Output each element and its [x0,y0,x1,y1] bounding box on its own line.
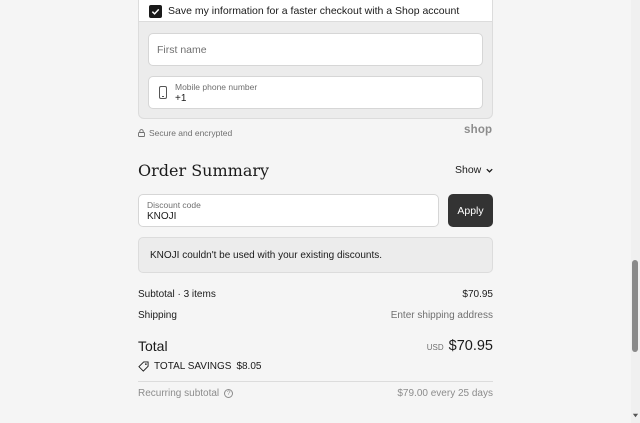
save-info-row[interactable]: Save my information for a faster checkou… [139,0,492,22]
subtotal-row: Subtotal · 3 items $70.95 [138,289,493,300]
scrollbar-thumb[interactable] [632,260,638,352]
total-currency: USD [426,343,444,352]
checkout-page: Save my information for a faster checkou… [0,0,640,423]
discount-code-value: KNOJI [147,211,177,222]
total-label: Total [138,338,168,354]
shipping-label: Shipping [138,310,177,321]
mobile-phone-field[interactable]: Mobile phone number +1 [148,76,483,109]
mobile-phone-value: +1 [175,93,187,104]
total-amount: $70.95 [448,338,493,354]
save-info-label: Save my information for a faster checkou… [168,5,460,17]
scrollbar-track[interactable] [631,0,640,423]
show-summary-toggle[interactable]: Show [455,164,494,176]
mobile-phone-label: Mobile phone number [175,82,258,92]
subtotal-label: Subtotal · 3 items [138,289,216,300]
shipping-value: Enter shipping address [390,310,493,321]
show-summary-label: Show [455,164,482,176]
discount-code-label: Discount code [147,200,201,210]
first-name-field[interactable]: First name [148,33,483,66]
recurring-subtotal-left: Recurring subtotal ? [138,388,234,399]
shop-account-panel: Save my information for a faster checkou… [138,0,493,119]
save-info-checkbox[interactable] [149,4,162,18]
check-icon [151,8,160,15]
first-name-placeholder: First name [157,44,207,56]
recurring-subtotal-value: $79.00 every 25 days [397,388,493,399]
shop-logo: shop [464,124,493,136]
tag-icon [138,361,149,372]
total-savings-value: $8.05 [236,361,262,372]
secure-text: Secure and encrypted [149,128,233,138]
recurring-subtotal-row: Recurring subtotal ? $79.00 every 25 day… [138,388,493,399]
scroll-down-arrow-icon[interactable] [632,412,639,419]
total-savings: TOTAL SAVINGS $8.05 [138,361,261,372]
chevron-down-icon [486,168,493,173]
mobile-phone-icon [159,86,167,99]
total-value: USD $70.95 [427,338,493,354]
discount-notice: KNOJI couldn't be used with your existin… [138,237,493,273]
order-summary-title: Order Summary [138,161,270,180]
discount-code-field[interactable]: Discount code KNOJI [138,194,439,227]
shipping-row: Shipping Enter shipping address [138,310,493,321]
help-icon[interactable]: ? [224,389,234,398]
subtotal-value: $70.95 [462,289,493,300]
divider [138,381,493,382]
secure-note: Secure and encrypted [138,128,232,138]
apply-button[interactable]: Apply [448,194,493,227]
lock-icon [138,129,145,137]
recurring-subtotal-label: Recurring subtotal [138,388,220,399]
total-savings-label: TOTAL SAVINGS [154,361,232,372]
